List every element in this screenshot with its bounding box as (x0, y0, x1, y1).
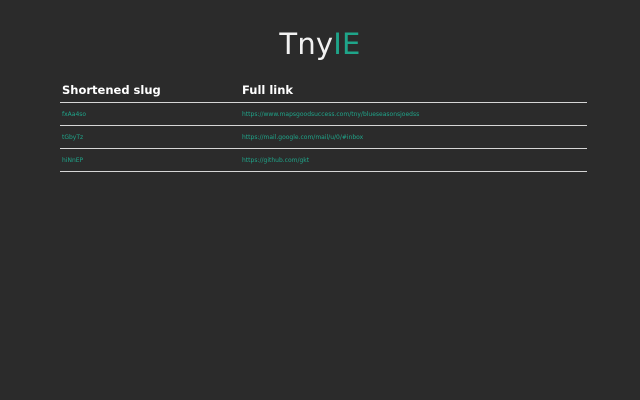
table-header-row: Shortened slug Full link (60, 78, 587, 103)
full-link-cell: https://www.mapsgoodsuccess.com/tny/blue… (240, 102, 587, 126)
links-table: Shortened slug Full link fxAa4so https:/… (60, 78, 587, 172)
column-header-slug: Shortened slug (60, 78, 240, 103)
table-row: tGbyTz https://mail.google.com/mail/u/0/… (60, 125, 587, 149)
column-header-full-link: Full link (240, 78, 587, 103)
table-row: hiNnEP https://github.com/gkt (60, 148, 587, 172)
slug-link[interactable]: hiNnEP (62, 157, 83, 164)
app-logo: TnyIE (0, 24, 640, 64)
full-link[interactable]: https://github.com/gkt (242, 157, 309, 164)
slug-link[interactable]: fxAa4so (62, 111, 86, 118)
logo-text-tny: Tny (279, 27, 334, 61)
slug-link[interactable]: tGbyTz (62, 134, 83, 141)
logo-text-ie: IE (333, 27, 361, 61)
full-link[interactable]: https://mail.google.com/mail/u/0/#inbox (242, 134, 363, 141)
full-link[interactable]: https://www.mapsgoodsuccess.com/tny/blue… (242, 111, 419, 118)
full-link-cell: https://mail.google.com/mail/u/0/#inbox (240, 125, 587, 149)
slug-cell: tGbyTz (60, 125, 240, 149)
full-link-cell: https://github.com/gkt (240, 148, 587, 172)
table-row: fxAa4so https://www.mapsgoodsuccess.com/… (60, 102, 587, 126)
slug-cell: fxAa4so (60, 102, 240, 126)
slug-cell: hiNnEP (60, 148, 240, 172)
